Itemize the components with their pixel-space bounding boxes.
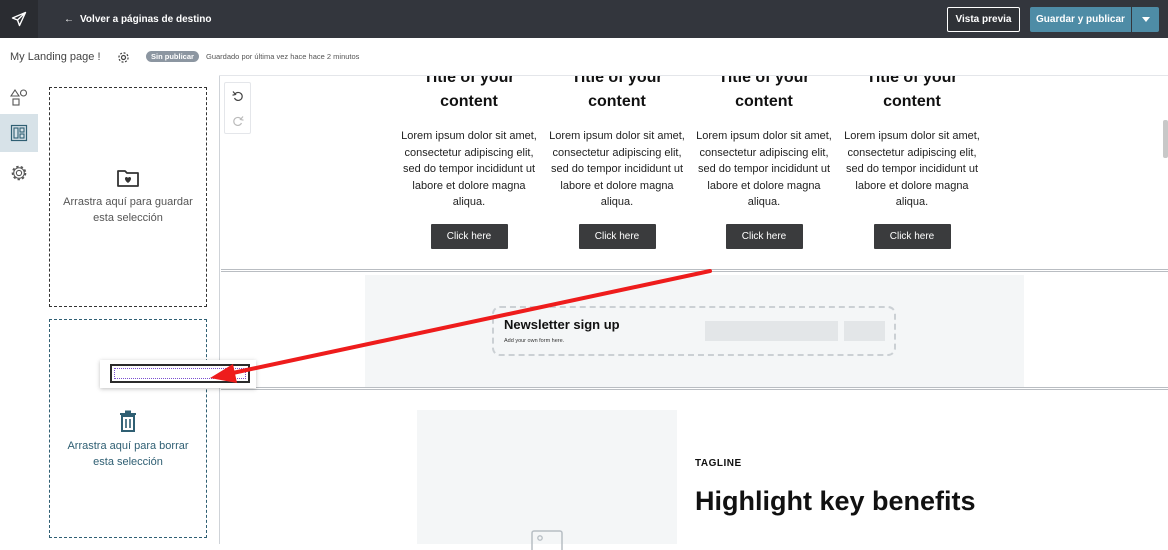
annotation-arrow-shaft bbox=[226, 269, 712, 376]
annotation-arrow bbox=[210, 269, 712, 383]
annotation-arrow-head bbox=[210, 364, 237, 383]
